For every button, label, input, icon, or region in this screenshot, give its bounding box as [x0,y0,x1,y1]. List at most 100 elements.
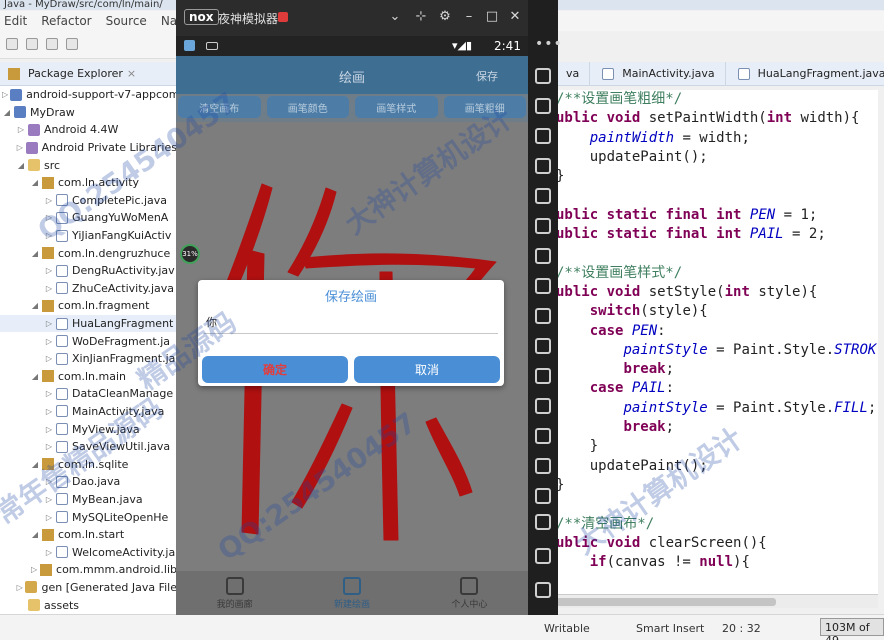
loading-icon[interactable] [535,338,551,354]
expand-arrow-icon[interactable]: ▷ [44,284,54,293]
chevron-down-icon[interactable]: ⌄ [386,9,404,24]
tool-button[interactable]: 画笔样式 [355,96,438,118]
tree-item[interactable]: ◢ MyDraw [0,104,177,122]
expand-arrow-icon[interactable]: ▷ [44,389,54,398]
menu-item-refactor[interactable]: Refactor [41,11,91,31]
tree-item[interactable]: ▷ DengRuActivity.jav [0,262,177,280]
apk-install-icon[interactable] [535,308,551,324]
expand-arrow-icon[interactable]: ▷ [16,583,23,592]
expand-arrow-icon[interactable]: ▷ [44,495,54,504]
scissors-icon[interactable] [535,128,551,144]
nav-item[interactable]: 个人中心 [411,571,528,615]
add-icon[interactable] [535,488,551,504]
tool-button[interactable]: 画笔颜色 [266,96,349,118]
tree-item[interactable]: ◢ com.ln.main [0,368,177,386]
collapse-arrow-icon[interactable]: ◢ [30,530,40,539]
maximize-icon[interactable]: □ [483,9,501,24]
tree-item[interactable]: ▷ CompletePic.java [0,192,177,210]
pin-icon[interactable]: ⊹ [412,9,430,24]
tree-item[interactable]: ▷ MainActivity.java [0,403,177,421]
close-icon[interactable]: × [127,67,136,80]
expand-arrow-icon[interactable]: ▷ [44,354,54,363]
home-icon[interactable] [535,548,551,564]
expand-arrow-icon[interactable]: ▷ [44,196,54,205]
new-icon[interactable] [6,38,18,50]
expand-arrow-icon[interactable]: ▷ [44,231,54,240]
tree-item[interactable]: ▷ com.mmm.android.lib [0,561,177,579]
collapse-arrow-icon[interactable]: ◢ [30,301,40,310]
expand-arrow-icon[interactable]: ▷ [44,266,54,275]
editor-tab[interactable]: MainActivity.java [590,61,726,86]
collapse-arrow-icon[interactable]: ◢ [16,161,26,170]
tree-item[interactable]: ▷ android-support-v7-appcom [0,86,177,104]
close-icon[interactable]: ✕ [506,9,524,24]
tree-item[interactable]: ◢ com.ln.dengruzhuce [0,244,177,262]
notification-badge-icon[interactable] [278,12,288,22]
expand-arrow-icon[interactable]: ▷ [44,319,54,328]
tree-item[interactable]: ▷ SaveViewUtil.java [0,438,177,456]
tree-item[interactable]: ▷ YiJianFangKuiActiv [0,227,177,245]
location-icon[interactable] [535,158,551,174]
macro-icon[interactable] [535,368,551,384]
tree-item[interactable]: ▷ Dao.java [0,473,177,491]
expand-arrow-icon[interactable]: ▷ [2,90,8,99]
tree-item[interactable]: ▷ HuaLangFragment [0,314,177,333]
menu-item-edit[interactable]: Edit [4,11,27,31]
editor-horizontal-scrollbar[interactable] [556,594,878,608]
minimize-icon[interactable]: – [460,9,478,24]
nav-item[interactable]: 我的画廊 [176,571,293,615]
save-all-icon[interactable] [46,38,58,50]
fullscreen-icon[interactable] [535,218,551,234]
tree-item[interactable]: ▷ WoDeFragment.ja [0,332,177,350]
tree-item[interactable]: ◢ com.ln.start [0,526,177,544]
screen-icon[interactable] [535,188,551,204]
tree-item[interactable]: ▷ WelcomeActivity.ja [0,543,177,561]
editor-tab[interactable]: HuaLangFragment.java [726,62,884,86]
tool-button[interactable]: 清空画布 [178,96,261,118]
package-explorer-tab[interactable]: Package Explorer × [0,62,177,86]
tree-item[interactable]: ◢ com.ln.fragment [0,297,177,315]
expand-arrow-icon[interactable]: ▷ [44,337,54,346]
shake-icon[interactable] [535,68,551,84]
nav-item[interactable]: 新建绘画 [293,571,410,615]
confirm-button[interactable]: 确定 [202,356,348,383]
tree-item[interactable]: ▷ Android Private Libraries [0,139,177,157]
expand-arrow-icon[interactable]: ▷ [44,548,54,557]
tree-item[interactable]: ▷ MyBean.java [0,491,177,509]
tree-item[interactable]: ▷ MySQLiteOpenHe [0,508,177,526]
expand-arrow-icon[interactable]: ▷ [44,513,54,522]
code-editor[interactable]: /**设置画笔粗细*/ ublic void setPaintWidth(int … [556,90,878,594]
expand-arrow-icon[interactable]: ▷ [30,565,38,574]
tree-item[interactable]: ◢ src [0,156,177,174]
menu-item-source[interactable]: Source [106,11,147,31]
collapse-arrow-icon[interactable]: ◢ [30,372,40,381]
more-icon[interactable]: ••• [535,36,563,52]
tree-item[interactable]: ▷ GuangYuWoMenA [0,209,177,227]
scrollbar-thumb[interactable] [556,598,776,606]
tree-item[interactable]: ◢ com.ln.sqlite [0,455,177,473]
tree-item[interactable]: ◢ com.ln.activity [0,174,177,192]
recent-apps-icon[interactable] [535,582,551,598]
tree-item[interactable]: ▷ MyView.java [0,420,177,438]
tree-item[interactable]: ▷ Android 4.4W [0,121,177,139]
collapse-arrow-icon[interactable]: ◢ [30,178,40,187]
expand-arrow-icon[interactable]: ▷ [16,125,26,134]
cancel-button[interactable]: 取消 [354,356,500,383]
collapse-arrow-icon[interactable]: ◢ [30,249,40,258]
save-action-button[interactable]: 保存 [476,68,498,84]
expand-arrow-icon[interactable]: ▷ [16,143,24,152]
keyboard-icon[interactable] [535,98,551,114]
expand-arrow-icon[interactable]: ▷ [44,442,54,451]
collapse-arrow-icon[interactable]: ◢ [30,460,40,469]
tree-item[interactable]: ▷ ZhuCeActivity.java [0,280,177,298]
back-icon[interactable] [535,514,551,530]
tree-item[interactable]: ▷ DataCleanManage [0,385,177,403]
tree-item[interactable]: ▷ XinJianFragment.ja [0,350,177,368]
drawing-name-input[interactable] [204,312,498,334]
volume-up-icon[interactable] [535,248,551,264]
save-icon[interactable] [26,38,38,50]
menu-icon[interactable] [535,458,551,474]
tree-item[interactable]: ▷ gen [Generated Java File [0,579,177,597]
tool-button[interactable]: 画笔粗细 [443,96,526,118]
expand-arrow-icon[interactable]: ▷ [44,425,54,434]
